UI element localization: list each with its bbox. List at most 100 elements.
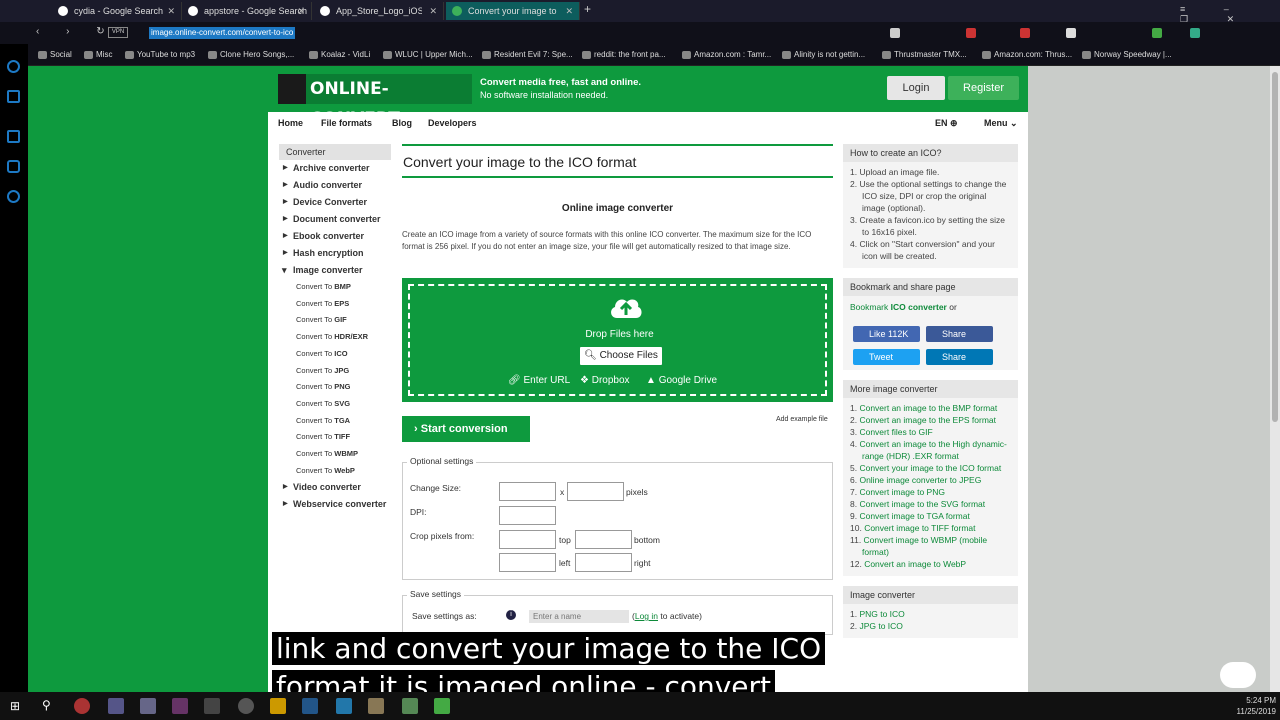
more-converter-link[interactable]: 6. Online image converter to JPEG [850, 474, 1011, 486]
bookmark-alinity[interactable]: Alinity is not gettin... [782, 48, 865, 62]
upload-dropzone[interactable]: Drop Files here 🔍︎ Choose Files 🔗︎ Enter… [402, 278, 833, 402]
app-icon[interactable] [434, 698, 450, 714]
more-converter-link[interactable]: 3. Convert files to GIF [850, 426, 1011, 438]
app-icon[interactable] [302, 698, 318, 714]
sidebar-item-device[interactable]: Device Converter [279, 194, 391, 211]
bookmark-amazon-thrus[interactable]: Amazon.com: Thrus... [982, 48, 1072, 62]
extension-icons[interactable] [890, 28, 1230, 38]
steam-icon[interactable] [238, 698, 254, 714]
crop-right-input[interactable] [575, 553, 632, 572]
facebook-share-button[interactable]: Share [926, 326, 993, 342]
sidebar-item-archive[interactable]: Archive converter [279, 160, 391, 177]
scrollbar-thumb[interactable] [1272, 72, 1278, 422]
sidebar-sub-png[interactable]: Convert To PNG [279, 379, 391, 396]
imgconv-link[interactable]: 2. JPG to ICO [850, 620, 1011, 632]
bookmark-thrustmaster[interactable]: Thrustmaster TMX... [882, 48, 967, 62]
sidebar-sub-tiff[interactable]: Convert To TIFF [279, 429, 391, 446]
more-converter-link[interactable]: 11. Convert image to WBMP (mobile format… [850, 534, 1011, 558]
bookmark-amazon-tamr[interactable]: Amazon.com : Tamr... [682, 48, 771, 62]
sidebar-item-document[interactable]: Document converter [279, 211, 391, 228]
bookmark-resident-evil[interactable]: Resident Evil 7: Spe... [482, 48, 573, 62]
folder-icon[interactable] [270, 698, 286, 714]
sidebar-item-video[interactable]: Video converter [279, 479, 391, 496]
sidebar-sub-hdr[interactable]: Convert To HDR/EXR [279, 329, 391, 346]
close-icon[interactable]: ✕ [429, 2, 437, 20]
language-selector[interactable]: EN ⊕ [935, 118, 958, 129]
sidebar-sub-gif[interactable]: Convert To GIF [279, 312, 391, 329]
register-button[interactable]: Register [948, 76, 1019, 100]
sidebar-item-audio[interactable]: Audio converter [279, 177, 391, 194]
more-converter-link[interactable]: 7. Convert image to PNG [850, 486, 1011, 498]
search-icon[interactable]: ⚲ [42, 698, 51, 712]
sidebar-item-ebook[interactable]: Ebook converter [279, 228, 391, 245]
nav-blog[interactable]: Blog [392, 118, 412, 128]
app-icon[interactable] [368, 698, 384, 714]
sidebar-sub-webp[interactable]: Convert To WebP [279, 463, 391, 480]
more-converter-link[interactable]: 2. Convert an image to the EPS format [850, 414, 1011, 426]
app-icon[interactable] [402, 698, 418, 714]
tab-app-store-logo[interactable]: App_Store_Logo_iOS_7-e1✕ [314, 2, 444, 20]
cube-icon[interactable] [7, 160, 20, 173]
sidebar-item-image[interactable]: Image converter [279, 262, 391, 279]
sidebar-sub-eps[interactable]: Convert To EPS [279, 296, 391, 313]
add-example-link[interactable]: Add example file [776, 416, 828, 423]
start-conversion-button[interactable]: › Start conversion [402, 416, 530, 442]
choose-files-button[interactable]: 🔍︎ Choose Files [580, 347, 662, 365]
nav-buttons[interactable]: ‹ › ↻ [36, 26, 117, 37]
login-button[interactable]: Login [887, 76, 945, 100]
sidebar-item-hash[interactable]: Hash encryption [279, 245, 391, 262]
app-icon[interactable] [140, 698, 156, 714]
dropbox-button[interactable]: ❖ Dropbox [580, 375, 630, 386]
new-tab-button[interactable]: + [584, 2, 591, 16]
close-icon[interactable]: ✕ [297, 2, 305, 20]
download-icon[interactable] [7, 130, 20, 143]
sidebar-sub-jpg[interactable]: Convert To JPG [279, 363, 391, 380]
more-converter-link[interactable]: 12. Convert an image to WebP [850, 558, 1011, 570]
site-logo[interactable]: ONLINE-CONVERT [278, 74, 472, 129]
vpn-badge[interactable]: VPN [108, 27, 128, 38]
settings-name-input[interactable]: Enter a name [529, 610, 629, 623]
height-input[interactable] [567, 482, 624, 501]
menu-button[interactable]: Menu ⌄ [984, 118, 1018, 129]
bookmark-norway-speedway[interactable]: Norway Speedway |... [1082, 48, 1172, 62]
tab-cydia[interactable]: cydia - Google Search ✕ [52, 2, 182, 20]
bookmark-social[interactable]: Social [38, 48, 72, 62]
crop-left-input[interactable] [499, 553, 556, 572]
imgconv-link[interactable]: 1. PNG to ICO [850, 608, 1011, 620]
windows-start-icon[interactable]: ⊞ [10, 699, 20, 713]
bookmark-koalaz[interactable]: Koalaz - VidLi [309, 48, 370, 62]
close-icon[interactable]: ✕ [565, 2, 573, 20]
more-converter-link[interactable]: 9. Convert image to TGA format [850, 510, 1011, 522]
crop-top-input[interactable] [499, 530, 556, 549]
discord-icon[interactable] [108, 698, 124, 714]
tab-convert-ico[interactable]: Convert your image to ICO✕ [446, 2, 580, 20]
close-icon[interactable]: ✕ [167, 2, 175, 20]
headset-icon[interactable] [204, 698, 220, 714]
more-converter-link[interactable]: 1. Convert an image to the BMP format [850, 402, 1011, 414]
login-link[interactable]: Log in [635, 611, 658, 621]
dpi-input[interactable] [499, 506, 556, 525]
facebook-like-button[interactable]: Like 112K [853, 326, 920, 342]
more-converter-link[interactable]: 8. Convert image to the SVG format [850, 498, 1011, 510]
sidebar-item-webservice[interactable]: Webservice converter [279, 496, 391, 510]
bookmark-misc[interactable]: Misc [84, 48, 112, 62]
nav-developers[interactable]: Developers [428, 118, 477, 128]
bookmark-clone-hero[interactable]: Clone Hero Songs,... [208, 48, 294, 62]
width-input[interactable] [499, 482, 556, 501]
crop-bottom-input[interactable] [575, 530, 632, 549]
sidebar-sub-svg[interactable]: Convert To SVG [279, 396, 391, 413]
nav-file-formats[interactable]: File formats [321, 118, 372, 128]
bookmark-wluc[interactable]: WLUC | Upper Mich... [383, 48, 473, 62]
linkedin-share-button[interactable]: Share [926, 349, 993, 365]
enter-url-button[interactable]: 🔗︎ Enter URL [508, 375, 570, 386]
tweet-button[interactable]: Tweet [853, 349, 920, 365]
tab-appstore[interactable]: appstore - Google Search ✕ [182, 2, 312, 20]
url-input[interactable]: image.online-convert.com/convert-to-ico [149, 27, 296, 39]
sidebar-sub-tga[interactable]: Convert To TGA [279, 413, 391, 430]
chat-icon[interactable] [7, 90, 20, 103]
more-converter-link[interactable]: 5. Convert your image to the ICO format [850, 462, 1011, 474]
more-converter-link[interactable]: 10. Convert image to TIFF format [850, 522, 1011, 534]
system-clock[interactable]: 5:24 PM 11/25/2019 [1237, 695, 1276, 717]
history-icon[interactable] [7, 60, 20, 73]
app-icon[interactable] [336, 698, 352, 714]
